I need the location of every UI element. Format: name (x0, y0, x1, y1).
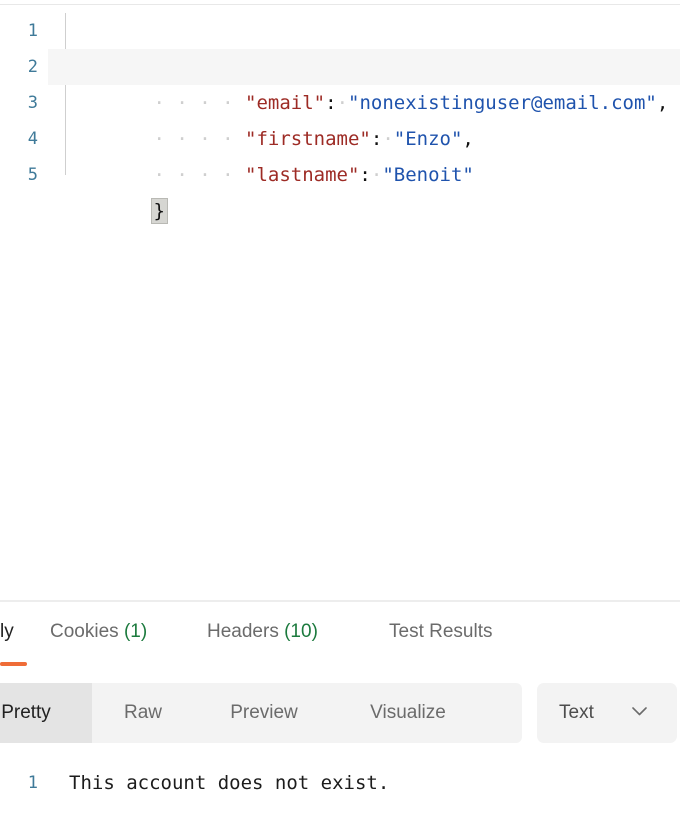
format-raw-button[interactable]: Raw (92, 683, 194, 743)
format-pretty-button[interactable]: Pretty (0, 683, 92, 743)
format-preview-button[interactable]: Preview (194, 683, 334, 743)
format-segmented-control: Pretty Raw Preview Visualize (0, 683, 522, 743)
code-line[interactable]: } (48, 157, 680, 224)
response-body-text: This account does not exist. (69, 772, 390, 794)
format-visualize-button[interactable]: Visualize (334, 683, 482, 743)
response-body-viewer[interactable]: 1 This account does not exist. (0, 755, 680, 818)
line-number: 2 (27, 57, 38, 77)
line-number: 5 (27, 165, 38, 185)
format-raw-label: Raw (123, 702, 162, 723)
line-number: 4 (27, 129, 38, 149)
editor-code-area[interactable]: { · · · · "email":·"nonexistinguser@emai… (48, 5, 680, 600)
tab-cookies-label: Cookies (50, 621, 119, 642)
code-line[interactable]: · · · · "lastname":·"Benoit" (48, 121, 680, 186)
tab-test-results-label: Test Results (389, 621, 493, 642)
editor-gutter: 1 2 3 4 5 (0, 5, 48, 600)
line-number: 1 (27, 21, 38, 41)
chevron-down-icon (632, 707, 647, 716)
brace-close: } (150, 198, 168, 224)
active-tab-underline (0, 662, 27, 666)
response-format-bar: Pretty Raw Preview Visualize Text (0, 683, 680, 745)
format-pretty-label: Pretty (1, 702, 51, 723)
tab-headers[interactable]: Headers (10) (207, 610, 318, 654)
tab-headers-label: Headers (207, 621, 279, 642)
tab-body[interactable]: ly (0, 610, 14, 654)
code-line[interactable]: · · · · "email":·"nonexistinguser@email.… (48, 49, 680, 114)
request-body-editor[interactable]: 1 2 3 4 5 { · · · · "email":·"nonexistin… (0, 5, 680, 600)
response-line-number: 1 (27, 773, 38, 793)
tab-cookies-count: (1) (123, 621, 148, 642)
code-line[interactable]: · · · · "firstname":·"Enzo", (48, 85, 680, 150)
format-preview-label: Preview (230, 702, 298, 723)
response-tabs: ly Cookies (1) Headers (10) Test Results (0, 610, 680, 666)
code-line[interactable]: { (48, 13, 680, 80)
line-number: 3 (27, 93, 38, 113)
response-type-value: Text (559, 702, 594, 723)
tab-test-results[interactable]: Test Results (389, 610, 492, 654)
tab-headers-count: (10) (284, 621, 318, 642)
response-type-select[interactable]: Text (537, 683, 677, 743)
tab-cookies[interactable]: Cookies (1) (50, 610, 147, 654)
tab-body-label: ly (0, 621, 14, 642)
format-visualize-label: Visualize (370, 702, 446, 723)
response-pane-divider[interactable] (0, 600, 680, 602)
